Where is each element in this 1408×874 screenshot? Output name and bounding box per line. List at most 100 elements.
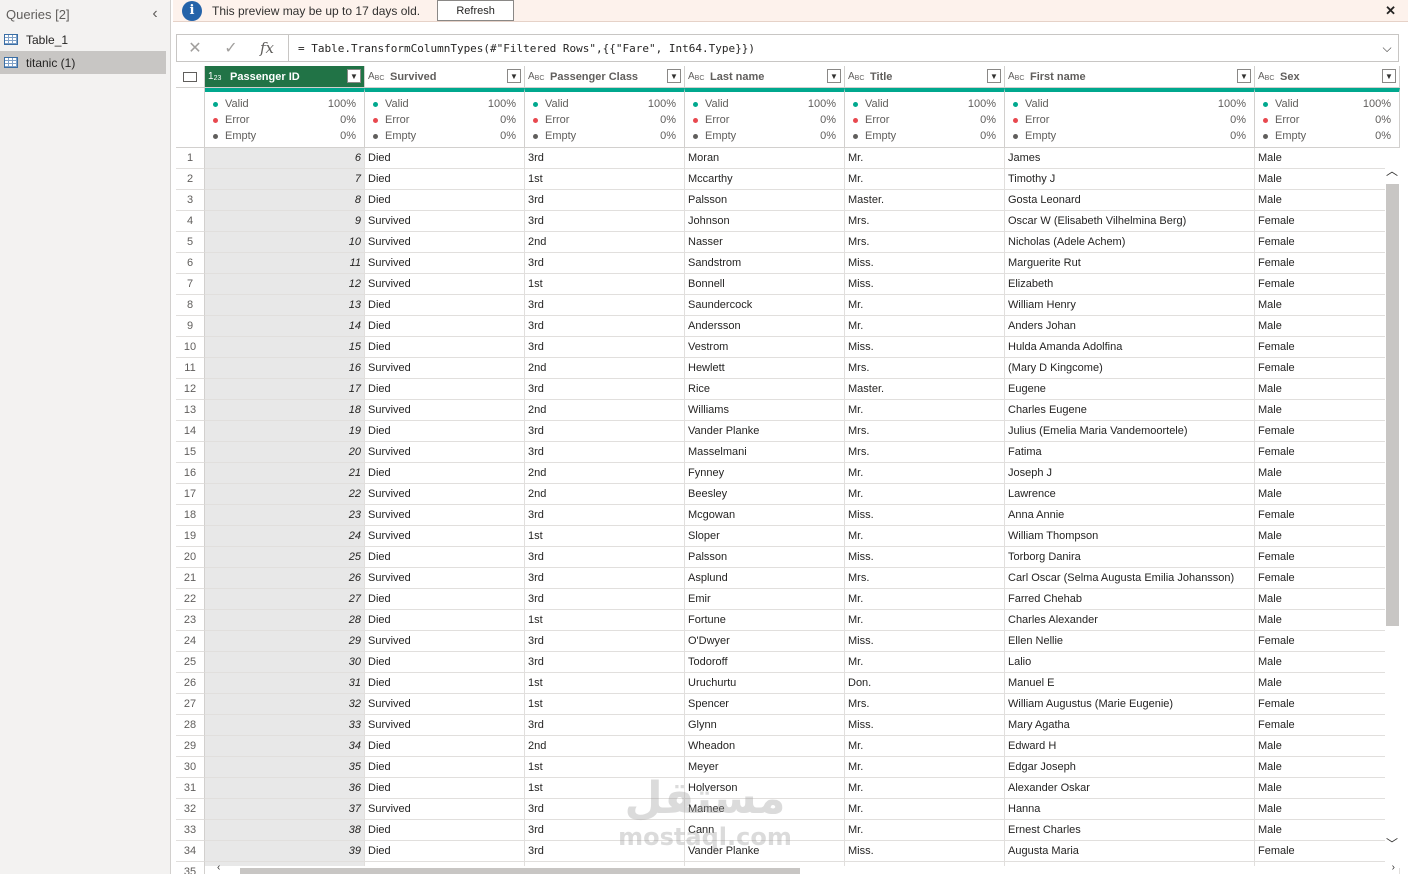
- row-number[interactable]: 34: [176, 841, 205, 862]
- scroll-down-icon[interactable]: ﹀: [1386, 835, 1398, 852]
- table-cell[interactable]: 7: [205, 169, 365, 190]
- close-icon[interactable]: ✕: [1385, 3, 1396, 19]
- table-cell[interactable]: 3rd: [525, 421, 685, 442]
- table-cell[interactable]: Survived: [365, 799, 525, 820]
- table-cell[interactable]: Male: [1255, 778, 1400, 799]
- table-cell[interactable]: 3rd: [525, 379, 685, 400]
- table-cell[interactable]: Nicholas (Adele Achem): [1005, 232, 1255, 253]
- table-cell[interactable]: Died: [365, 295, 525, 316]
- query-item[interactable]: Table_1: [0, 28, 170, 51]
- table-cell[interactable]: Ernest Charles: [1005, 820, 1255, 841]
- cancel-formula-icon[interactable]: ✕: [177, 38, 213, 58]
- whole-number-type-icon[interactable]: 123: [208, 71, 228, 82]
- table-cell[interactable]: Mr.: [845, 169, 1005, 190]
- table-cell[interactable]: Male: [1255, 736, 1400, 757]
- table-cell[interactable]: Lalio: [1005, 652, 1255, 673]
- table-cell[interactable]: Andersson: [685, 316, 845, 337]
- row-number[interactable]: 2: [176, 169, 205, 190]
- table-cell[interactable]: Anna Annie: [1005, 505, 1255, 526]
- table-cell[interactable]: Palsson: [685, 547, 845, 568]
- table-cell[interactable]: Mrs.: [845, 232, 1005, 253]
- table-cell[interactable]: Palsson: [685, 190, 845, 211]
- row-number[interactable]: 8: [176, 295, 205, 316]
- table-cell[interactable]: Survived: [365, 274, 525, 295]
- table-cell[interactable]: 18: [205, 400, 365, 421]
- table-cell[interactable]: Cann: [685, 820, 845, 841]
- row-number[interactable]: 7: [176, 274, 205, 295]
- table-cell[interactable]: 27: [205, 589, 365, 610]
- table-cell[interactable]: 3rd: [525, 442, 685, 463]
- table-cell[interactable]: Rice: [685, 379, 845, 400]
- table-cell[interactable]: Survived: [365, 253, 525, 274]
- row-number[interactable]: 1: [176, 148, 205, 169]
- chevron-down-icon[interactable]: ⌵: [1376, 41, 1398, 56]
- table-cell[interactable]: Survived: [365, 526, 525, 547]
- scroll-left-icon[interactable]: ‹: [217, 862, 220, 873]
- table-cell[interactable]: 38: [205, 820, 365, 841]
- table-cell[interactable]: Hulda Amanda Adolfina: [1005, 337, 1255, 358]
- table-cell[interactable]: Died: [365, 610, 525, 631]
- table-cell[interactable]: Female: [1255, 568, 1400, 589]
- vertical-scrollbar[interactable]: ︿ ﹀: [1385, 148, 1400, 868]
- table-cell[interactable]: 37: [205, 799, 365, 820]
- table-cell[interactable]: Female: [1255, 547, 1400, 568]
- text-type-icon[interactable]: ABC: [848, 71, 868, 82]
- table-cell[interactable]: Master.: [845, 379, 1005, 400]
- table-cell[interactable]: Eugene: [1005, 379, 1255, 400]
- table-cell[interactable]: Vander Planke: [685, 421, 845, 442]
- row-number[interactable]: 20: [176, 547, 205, 568]
- table-cell[interactable]: 33: [205, 715, 365, 736]
- row-number[interactable]: 25: [176, 652, 205, 673]
- table-cell[interactable]: Female: [1255, 274, 1400, 295]
- table-cell[interactable]: Survived: [365, 505, 525, 526]
- table-cell[interactable]: Male: [1255, 463, 1400, 484]
- table-cell[interactable]: Vestrom: [685, 337, 845, 358]
- table-cell[interactable]: 1st: [525, 274, 685, 295]
- row-number[interactable]: 26: [176, 673, 205, 694]
- table-cell[interactable]: Male: [1255, 379, 1400, 400]
- table-cell[interactable]: Beesley: [685, 484, 845, 505]
- table-cell[interactable]: Mcgowan: [685, 505, 845, 526]
- column-header[interactable]: A B C Passenger Class ▼: [525, 66, 685, 88]
- table-cell[interactable]: Mr.: [845, 589, 1005, 610]
- table-cell[interactable]: 22: [205, 484, 365, 505]
- table-cell[interactable]: 14: [205, 316, 365, 337]
- table-cell[interactable]: 1st: [525, 526, 685, 547]
- table-cell[interactable]: Miss.: [845, 337, 1005, 358]
- table-cell[interactable]: 25: [205, 547, 365, 568]
- table-cell[interactable]: 3rd: [525, 715, 685, 736]
- horizontal-scroll-thumb[interactable]: [240, 868, 800, 874]
- table-cell[interactable]: Died: [365, 778, 525, 799]
- table-cell[interactable]: Miss.: [845, 547, 1005, 568]
- table-cell[interactable]: Male: [1255, 820, 1400, 841]
- table-cell[interactable]: Male: [1255, 526, 1400, 547]
- table-cell[interactable]: Male: [1255, 316, 1400, 337]
- table-cell[interactable]: Survived: [365, 211, 525, 232]
- table-cell[interactable]: Fynney: [685, 463, 845, 484]
- table-cell[interactable]: 2nd: [525, 484, 685, 505]
- vertical-scroll-thumb[interactable]: [1386, 184, 1399, 626]
- row-number[interactable]: 14: [176, 421, 205, 442]
- table-cell[interactable]: Female: [1255, 211, 1400, 232]
- scroll-right-icon[interactable]: ›: [1392, 862, 1395, 873]
- table-cell[interactable]: Bonnell: [685, 274, 845, 295]
- table-cell[interactable]: Mr.: [845, 799, 1005, 820]
- table-cell[interactable]: Female: [1255, 442, 1400, 463]
- table-cell[interactable]: Male: [1255, 589, 1400, 610]
- table-cell[interactable]: 3rd: [525, 211, 685, 232]
- table-cell[interactable]: Mrs.: [845, 568, 1005, 589]
- table-cell[interactable]: Mrs.: [845, 694, 1005, 715]
- table-cell[interactable]: Augusta Maria: [1005, 841, 1255, 862]
- table-cell[interactable]: Mr.: [845, 316, 1005, 337]
- column-header[interactable]: A B C Title ▼: [845, 66, 1005, 88]
- table-cell[interactable]: Emir: [685, 589, 845, 610]
- table-cell[interactable]: Mr.: [845, 463, 1005, 484]
- table-cell[interactable]: Miss.: [845, 253, 1005, 274]
- table-cell[interactable]: 19: [205, 421, 365, 442]
- text-type-icon[interactable]: ABC: [368, 71, 388, 82]
- table-cell[interactable]: Survived: [365, 484, 525, 505]
- chevron-left-icon[interactable]: ‹: [148, 5, 162, 22]
- table-cell[interactable]: Mamee: [685, 799, 845, 820]
- column-header[interactable]: A B C Survived ▼: [365, 66, 525, 88]
- table-cell[interactable]: 3rd: [525, 253, 685, 274]
